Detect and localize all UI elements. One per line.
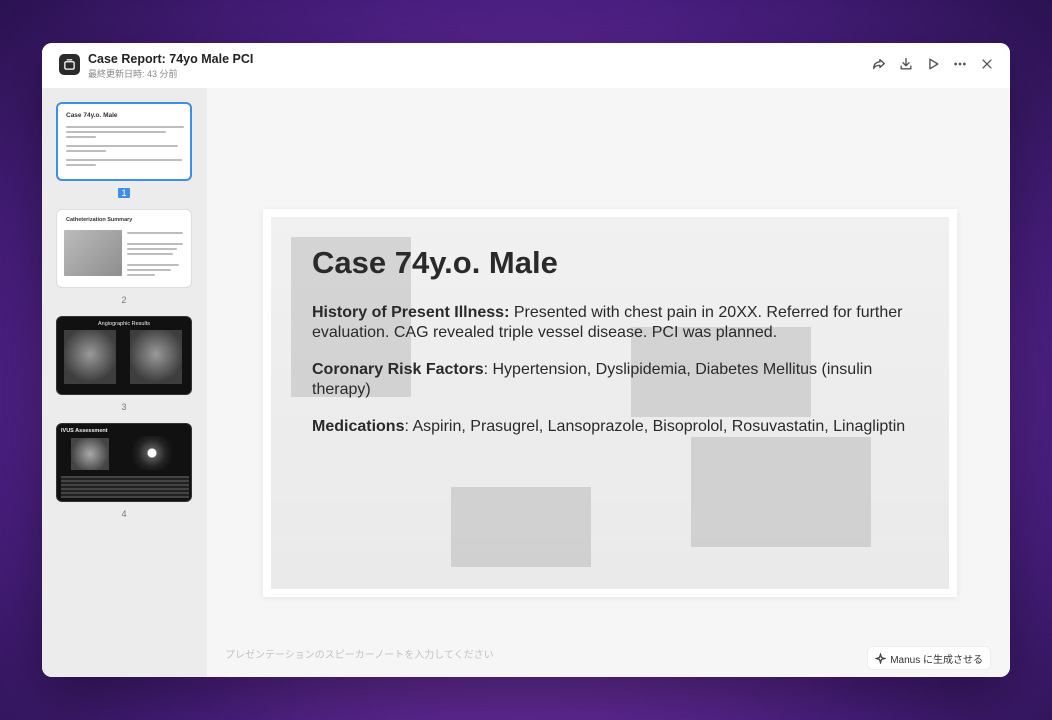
thumbnail-title: Case 74y.o. Male (66, 112, 118, 119)
app-window: Case Report: 74yo Male PCI 最終更新日時: 43 分前 (42, 43, 1010, 677)
slide-sidebar: Case 74y.o. Male 1 Catheterization Summa… (42, 88, 207, 677)
app-icon (59, 54, 80, 75)
slide-title: Case 74y.o. Male (312, 245, 558, 280)
thumbnail-number: 4 (121, 509, 127, 519)
speaker-notes-input[interactable]: プレゼンテーションのスピーカーノートを入力してください (225, 646, 494, 661)
toolbar (870, 55, 996, 73)
slide-thumbnail-2[interactable]: Catheterization Summary 2 (56, 209, 192, 306)
thumbnail-number: 3 (121, 402, 127, 412)
thumbnail-preview[interactable]: Angiographic Results (56, 316, 192, 395)
play-icon[interactable] (924, 55, 942, 73)
thumbnail-title: IVUS Assessment (61, 428, 108, 434)
thumbnail-title: Catheterization Summary (66, 217, 133, 223)
medications-label: Medications (312, 418, 405, 435)
current-slide[interactable]: Case 74y.o. Male History of Present Illn… (263, 209, 957, 597)
ivus-image (121, 436, 183, 470)
share-icon[interactable] (870, 55, 888, 73)
angiogram-image (71, 438, 109, 470)
slide-content: Case 74y.o. Male History of Present Illn… (312, 245, 912, 454)
thumbnail-number: 1 (118, 188, 130, 198)
angiogram-image (130, 330, 182, 384)
sparkle-icon (875, 652, 887, 664)
more-icon[interactable] (951, 55, 969, 73)
thumbnail-preview[interactable]: Catheterization Summary (56, 209, 192, 288)
history-paragraph: History of Present Illness: Presented wi… (312, 303, 912, 343)
slide-thumbnail-3[interactable]: Angiographic Results 3 (56, 316, 192, 413)
generate-button-label: Manus に生成させる (890, 654, 983, 666)
title-bar: Case Report: 74yo Male PCI 最終更新日時: 43 分前 (42, 43, 1010, 88)
download-icon[interactable] (897, 55, 915, 73)
medications-paragraph: Medications: Aspirin, Prasugrel, Lansopr… (312, 417, 912, 437)
slide-thumbnail-4[interactable]: IVUS Assessment 4 (56, 423, 192, 520)
window-title: Case Report: 74yo Male PCI (88, 52, 254, 66)
slide-editor: Case 74y.o. Male History of Present Illn… (207, 88, 1010, 677)
risk-factors-label: Coronary Risk Factors (312, 361, 484, 378)
medications-text: : Aspirin, Prasugrel, Lansoprazole, Biso… (404, 418, 906, 435)
close-icon[interactable] (978, 55, 996, 73)
generate-with-manus-button[interactable]: Manus に生成させる (868, 647, 990, 669)
thumbnail-image (64, 230, 122, 276)
slide-thumbnail-1[interactable]: Case 74y.o. Male 1 (56, 102, 192, 199)
ivus-longitudinal-image (61, 476, 189, 498)
title-block: Case Report: 74yo Male PCI 最終更新日時: 43 分前 (88, 52, 253, 81)
thumbnail-preview[interactable]: IVUS Assessment (56, 423, 192, 502)
thumbnail-number: 2 (121, 295, 127, 305)
last-updated: 最終更新日時: 43 分前 (88, 69, 178, 79)
thumbnail-title: Angiographic Results (98, 321, 150, 327)
angiogram-image (64, 330, 116, 384)
thumbnail-preview[interactable]: Case 74y.o. Male (56, 102, 192, 181)
history-label: History of Present Illness: (312, 304, 510, 321)
risk-factors-paragraph: Coronary Risk Factors: Hypertension, Dys… (312, 360, 912, 400)
